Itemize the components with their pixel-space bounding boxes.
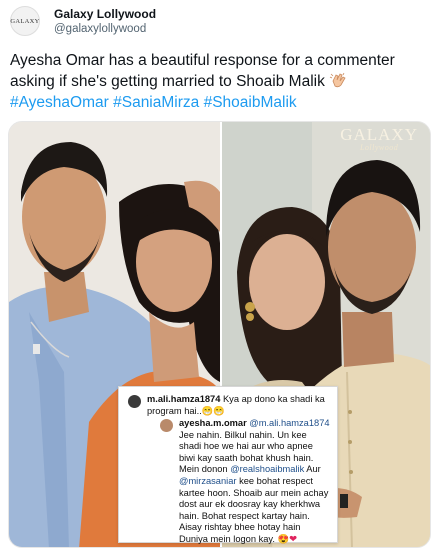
account-handle[interactable]: @galaxylollywood	[54, 23, 146, 35]
tweet-text: Ayesha Omar has a beautiful response for…	[10, 50, 430, 113]
avatar-logo-text: GALAXY	[10, 17, 40, 25]
hashtag-shoaibmalik[interactable]: #ShoaibMalik	[204, 94, 297, 111]
instagram-comment-card: m.ali.hamza1874 Kya ap dono ka shadi ka …	[118, 386, 338, 546]
reply-mention-shoaib: @realshoaibmalik	[230, 464, 305, 475]
clapping-hands-icon	[329, 72, 346, 88]
watermark-title: GALAXY	[340, 125, 418, 144]
reply-text-2: Aur	[306, 464, 321, 475]
tweet-media[interactable]: GALAXY Lollywood m.ali.hamza1874 Kya ap …	[8, 121, 431, 548]
comment-row: m.ali.hamza1874 Kya ap dono ka shadi ka …	[147, 394, 332, 417]
reply-username: ayesha.m.omar	[179, 418, 247, 428]
commenter-username: m.ali.hamza1874	[147, 394, 221, 404]
hashtag-ayeshaomar[interactable]: #AyeshaOmar	[10, 94, 109, 111]
reply-emoji: 😍❤	[277, 533, 297, 544]
account-name[interactable]: Galaxy Lollywood	[54, 7, 156, 21]
reply-mention-sania: @mirzasaniar	[179, 475, 237, 486]
reply-text-3: kee bohat respect kartee hoon. Shoaib au…	[179, 475, 329, 544]
watermark-subtitle: Lollywood	[359, 143, 399, 152]
tweet-header: GALAXY Galaxy Lollywood @galaxylollywood	[10, 6, 430, 36]
reply-avatar	[160, 419, 173, 432]
reply-row: ayesha.m.omar @m.ali.hamza1874 Jee nahin…	[179, 418, 331, 546]
galaxy-watermark: GALAXY Lollywood	[340, 125, 418, 152]
reply-mention: @m.ali.hamza1874	[249, 418, 330, 428]
hashtag-saniamirza[interactable]: #SaniaMirza	[113, 94, 199, 111]
avatar[interactable]: GALAXY	[10, 6, 40, 36]
commenter-avatar	[128, 395, 141, 408]
